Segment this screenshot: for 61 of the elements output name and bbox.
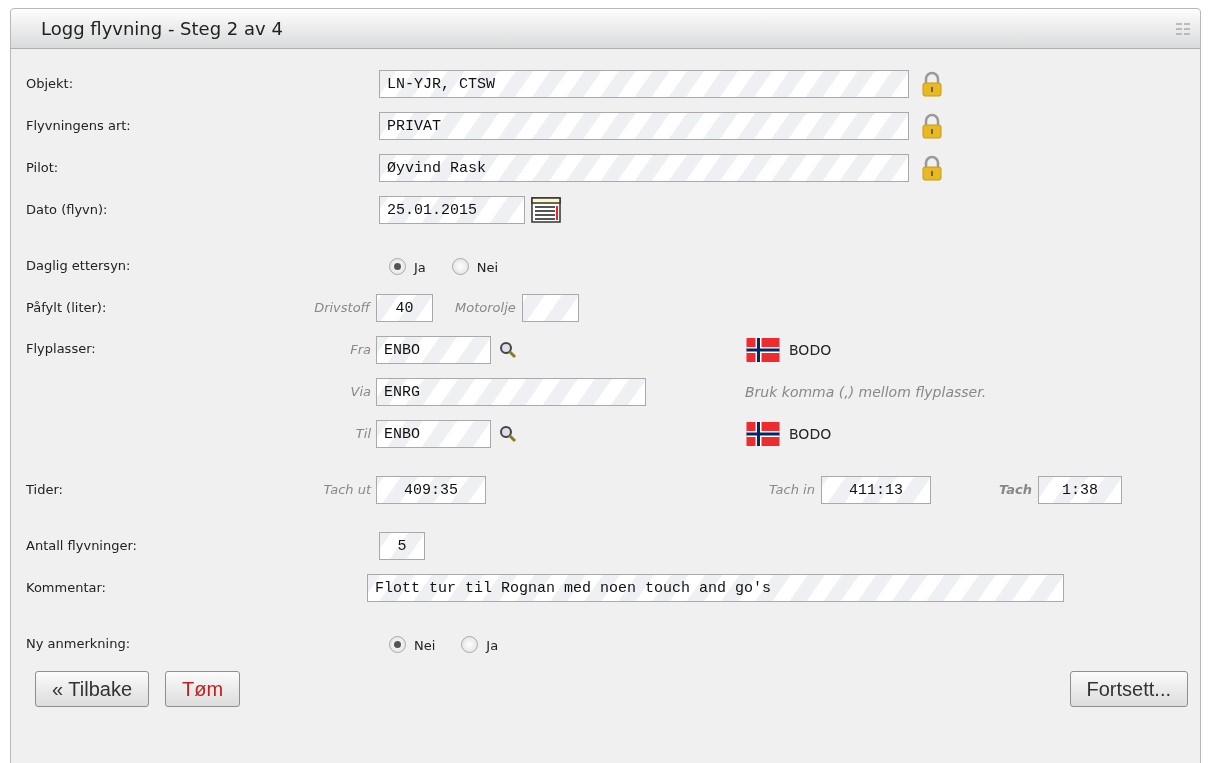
- hint-text: Bruk komma (,) mellom flyplasser.: [745, 382, 987, 402]
- radio-button[interactable]: [389, 257, 406, 275]
- field-label: Dato (flyvn):: [26, 201, 109, 220]
- field-label: Kommentar:: [26, 579, 107, 598]
- field-label: Objekt:: [26, 75, 75, 94]
- sublabel: Via: [349, 383, 372, 402]
- search-icon[interactable]: [499, 341, 517, 359]
- sublabel: Fra: [349, 341, 372, 360]
- input-field[interactable]: Flott tur til Rognan med noen touch and go's: [367, 574, 1064, 602]
- radio-label: Nei: [476, 259, 499, 278]
- radio-button[interactable]: [389, 635, 406, 653]
- field-label: Pilot:: [26, 159, 60, 178]
- input-field[interactable]: PRIVAT: [379, 112, 909, 140]
- input-field[interactable]: 411:13: [820, 476, 931, 504]
- radio-option[interactable]: Nei: [451, 254, 525, 278]
- sublabel: Tach ut: [322, 481, 373, 500]
- radio-label: Nei: [414, 637, 436, 656]
- input-field[interactable]: 5: [379, 532, 425, 560]
- input-field[interactable]: [521, 294, 579, 322]
- input-field[interactable]: 1:38: [1038, 476, 1122, 504]
- padlock-icon: [921, 155, 943, 181]
- input-field[interactable]: LN-YJR, CTSW: [379, 70, 909, 98]
- radio-button[interactable]: [451, 257, 469, 275]
- input-field[interactable]: Øyvind Rask: [379, 154, 909, 182]
- input-field[interactable]: 40: [376, 294, 433, 322]
- airport-name: BODO: [789, 424, 832, 444]
- grip-icon[interactable]: [1176, 22, 1190, 35]
- input-field[interactable]: 409:35: [376, 476, 486, 504]
- flag-icon: [745, 338, 781, 362]
- input-field[interactable]: ENBO: [376, 420, 491, 448]
- radio-option[interactable]: Ja: [389, 254, 452, 278]
- field-label: Flyplasser:: [26, 340, 97, 358]
- calendar-icon[interactable]: [531, 197, 561, 223]
- airport-name: BODO: [789, 340, 832, 360]
- field-label: Ny anmerkning:: [26, 635, 131, 654]
- date-field[interactable]: 25.01.2015: [379, 196, 525, 224]
- field-label: Flyvningens art:: [26, 117, 132, 136]
- sublabel: Drivstoff: [313, 299, 372, 318]
- padlock-icon: [921, 71, 943, 97]
- input-field[interactable]: ENBO: [376, 336, 491, 364]
- sublabel: Til: [354, 425, 372, 444]
- sublabel: Motorolje: [454, 299, 517, 318]
- field-label: Påfylt (liter):: [26, 299, 108, 318]
- search-icon[interactable]: [499, 425, 517, 443]
- radio-label: Ja: [486, 637, 499, 656]
- radio-option[interactable]: Ja: [461, 632, 525, 656]
- field-label: Daglig ettersyn:: [26, 257, 132, 276]
- field-label: Tider:: [26, 481, 64, 500]
- back-button[interactable]: « Tilbake: [35, 671, 150, 707]
- panel-title: Logg flyvning - Steg 2 av 4: [41, 17, 283, 41]
- padlock-icon: [921, 113, 943, 139]
- sublabel: Tach: [997, 481, 1033, 500]
- continue-button[interactable]: Fortsett...: [1069, 671, 1188, 707]
- radio-label: Ja: [414, 259, 426, 278]
- input-field[interactable]: ENRG: [376, 378, 646, 406]
- clear-button[interactable]: Tøm: [165, 671, 241, 707]
- radio-button[interactable]: [461, 635, 479, 653]
- sublabel: Tach in: [768, 481, 816, 500]
- field-label: Antall flyvninger:: [26, 537, 138, 556]
- flag-icon: [745, 422, 781, 446]
- radio-option[interactable]: Nei: [389, 632, 462, 656]
